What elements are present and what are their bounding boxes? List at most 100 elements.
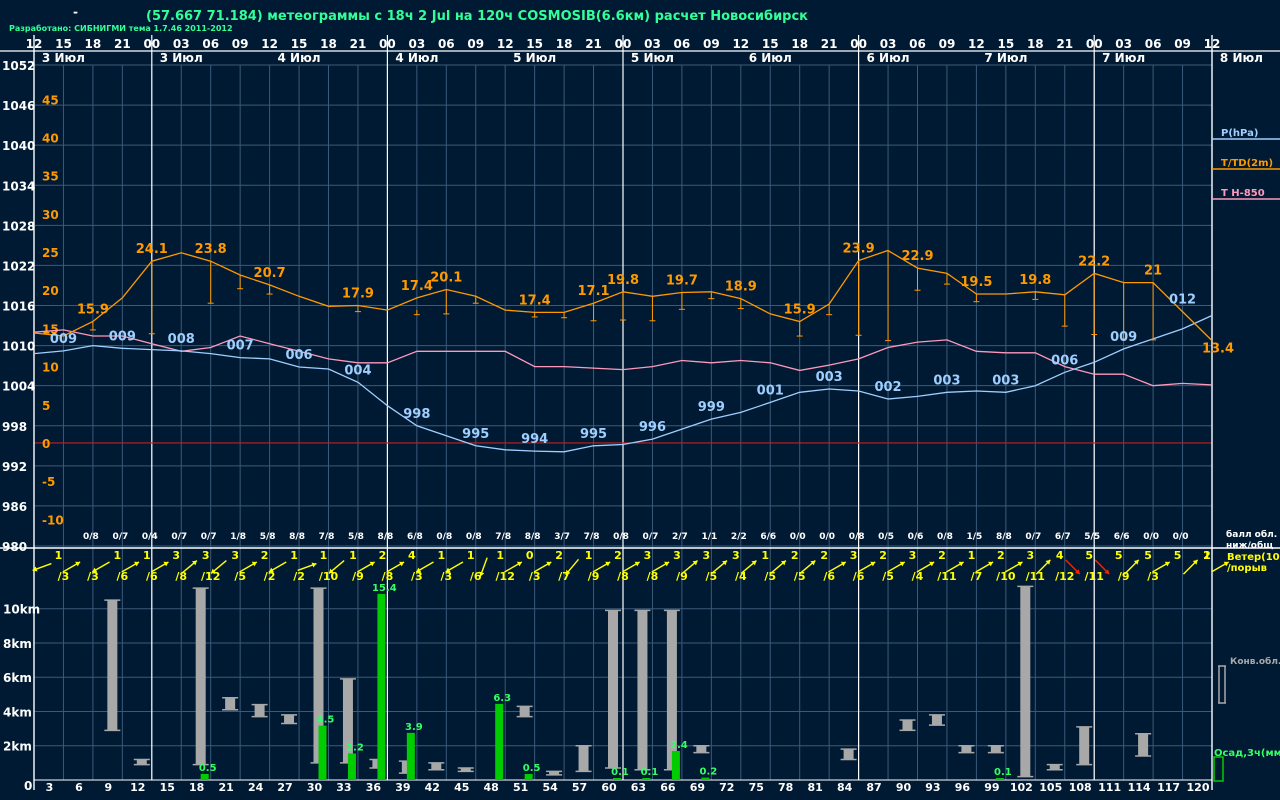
cloud-cover-value: 6/6 <box>760 532 776 542</box>
temperature-tick-label: 40 <box>42 132 59 146</box>
pressure-value-label: 004 <box>344 363 371 378</box>
temperature-value-label: 20.1 <box>430 270 462 285</box>
wind-gust: /4 <box>735 570 747 583</box>
temperature-value-label: 24.1 <box>136 242 168 257</box>
cloud-cover-title: ниж/общ <box>1226 540 1273 551</box>
precip-bar <box>495 703 504 780</box>
temperature-tick-label: 35 <box>42 170 59 184</box>
forecast-hour-label: 84 <box>837 781 853 794</box>
forecast-hour-label: 108 <box>1069 781 1092 794</box>
temperature-tick-label: 30 <box>42 208 59 222</box>
precip-label: 2.2 <box>346 742 364 753</box>
pressure-value-label: 995 <box>580 427 607 442</box>
forecast-hour-label: 54 <box>542 781 558 794</box>
wind-speed: 3 <box>231 549 239 562</box>
hour-tick-label: 21 <box>585 37 602 51</box>
wind-speed: 1 <box>496 549 504 562</box>
hour-tick-label: 15 <box>997 37 1014 51</box>
hour-tick-label: 06 <box>674 37 691 51</box>
forecast-hour-label: 102 <box>1010 781 1033 794</box>
pressure-value-label: 009 <box>1110 330 1137 345</box>
temperature-value-label: 13.4 <box>1202 342 1234 357</box>
pressure-value-label: 996 <box>639 420 666 435</box>
cloud-cover-value: 0/8 <box>849 532 865 542</box>
wind-speed: 3 <box>202 549 210 562</box>
height-tick-label: 8km <box>3 637 32 651</box>
precip-bar <box>200 773 209 780</box>
temperature-value-label: 22.2 <box>1078 254 1110 269</box>
forecast-hour-label: 66 <box>660 781 676 794</box>
wind-gust: /5 <box>706 570 718 583</box>
hour-tick-label: 21 <box>1056 37 1073 51</box>
hour-tick-label: 09 <box>703 37 720 51</box>
wind-speed: 2 <box>1203 549 1211 562</box>
wind-speed: 2 <box>820 549 828 562</box>
temperature-tick-label: 25 <box>42 246 59 260</box>
temperature-value-label: 17.1 <box>578 284 610 299</box>
height-tick-label: 4km <box>3 705 32 719</box>
date-label: 8 Июл <box>1220 51 1263 65</box>
precip-label: 0.2 <box>699 767 717 778</box>
cloud-cover-value: 0/7 <box>171 532 187 542</box>
hour-tick-label: 18 <box>791 37 808 51</box>
cloud-cover-value: 0/0 <box>1143 532 1159 542</box>
cloud-cover-value: 0/8 <box>613 532 629 542</box>
wind-gust: /9 <box>676 570 688 583</box>
hour-tick-label: 03 <box>173 37 190 51</box>
temperature-tick-label: 5 <box>42 399 50 413</box>
forecast-hour-label: 21 <box>218 781 233 794</box>
wind-speed: 1 <box>437 549 445 562</box>
pressure-tick-label: 1046 <box>2 99 35 113</box>
precip-label: 0.5 <box>523 763 541 774</box>
precip-label: 6.3 <box>493 693 511 704</box>
hour-tick-label: 00 <box>1086 37 1103 51</box>
hour-tick-label: 12 <box>26 37 43 51</box>
cloud-cover-value: 5/8 <box>348 532 364 542</box>
pressure-value-label: 006 <box>285 348 312 363</box>
forecast-hour-label: 105 <box>1039 781 1062 794</box>
height-tick-label: 6km <box>3 671 32 685</box>
cloud-cover-value: 0/6 <box>908 532 924 542</box>
temperature-tick-label: 0 <box>42 437 50 451</box>
hour-tick-label: 15 <box>526 37 543 51</box>
pressure-tick-label: 980 <box>2 540 27 554</box>
pressure-tick-label: 1022 <box>2 259 35 273</box>
pressure-tick-label: 992 <box>2 460 27 474</box>
hour-tick-label: 09 <box>1174 37 1191 51</box>
temperature-value-label: 19.8 <box>1019 273 1051 288</box>
wind-speed: 2 <box>261 549 269 562</box>
temperature-value-label: 17.4 <box>519 293 551 308</box>
hour-tick-label: 12 <box>968 37 985 51</box>
forecast-hour-label: 96 <box>955 781 971 794</box>
hour-tick-label: 12 <box>497 37 514 51</box>
temperature-value-label: 18.9 <box>725 280 757 295</box>
wind-speed: 1 <box>585 549 593 562</box>
wind-speed: 3 <box>850 549 858 562</box>
cloud-cover-value: 0/0 <box>1173 532 1189 542</box>
wind-speed: 1 <box>55 549 63 562</box>
forecast-hour-label: 9 <box>105 781 113 794</box>
hour-tick-label: 12 <box>261 37 278 51</box>
wind-speed: 1 <box>290 549 298 562</box>
precip-bar <box>701 777 710 780</box>
pressure-value-label: 995 <box>462 427 489 442</box>
height-tick-label: 10km <box>3 603 40 617</box>
hour-tick-label: 03 <box>408 37 425 51</box>
wind-gust: /10 <box>319 570 339 583</box>
precip-label: 15.4 <box>372 583 397 594</box>
wind-speed: 2 <box>997 549 1005 562</box>
hour-tick-label: 21 <box>114 37 131 51</box>
hour-tick-label: 21 <box>821 37 838 51</box>
cloud-cover-value: 0/0 <box>790 532 806 542</box>
forecast-hour-label: 90 <box>896 781 912 794</box>
cloud-cover-value: 0/8 <box>937 532 953 542</box>
date-label: 5 Июл <box>631 51 674 65</box>
wind-speed: 4 <box>408 549 416 562</box>
forecast-hour-label: 81 <box>807 781 822 794</box>
forecast-hour-label: 12 <box>130 781 145 794</box>
wind-speed: 2 <box>379 549 387 562</box>
hour-tick-label: 00 <box>850 37 867 51</box>
hour-tick-label: 00 <box>379 37 396 51</box>
temperature-value-label: 23.9 <box>843 241 875 256</box>
hour-tick-label: 09 <box>939 37 956 51</box>
